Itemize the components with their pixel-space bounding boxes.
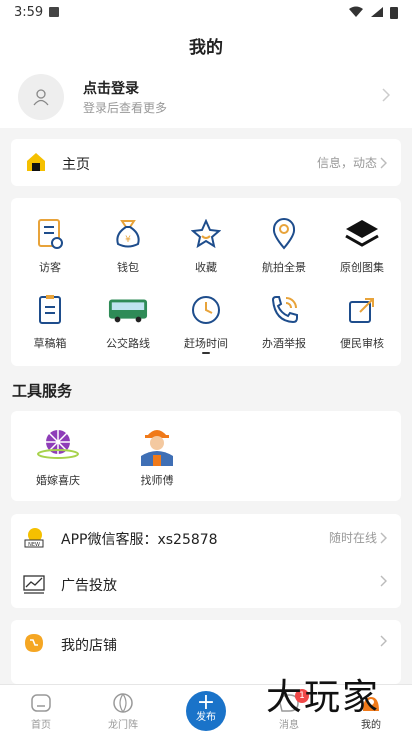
phone-report-icon	[264, 290, 304, 330]
ad-placement-label: 广告投放	[61, 578, 117, 594]
homepage-label: 主页	[62, 157, 90, 173]
avatar[interactable]	[18, 74, 64, 120]
star-icon	[186, 214, 226, 254]
customer-service-status: 随时在线	[329, 529, 387, 546]
forum-tab-icon	[111, 691, 135, 715]
grid-item-aerial[interactable]: 航拍全景	[245, 214, 323, 275]
tool-item-worker[interactable]: 找师傅	[118, 421, 196, 488]
my-shop-row[interactable]: 我的店铺	[11, 620, 401, 666]
worker-icon	[134, 421, 180, 467]
location-pin-icon	[264, 214, 304, 254]
notification-icon	[49, 7, 60, 17]
bus-icon	[108, 290, 148, 330]
chevron-right-icon	[380, 532, 387, 543]
svg-text:¥: ¥	[125, 235, 131, 245]
grid-item-wallet[interactable]: ¥ 钱包	[89, 214, 167, 275]
grid-item-drafts[interactable]: 草稿箱	[11, 290, 89, 351]
watermark-logo: 大玩家	[266, 677, 381, 718]
battery-icon	[390, 6, 398, 19]
login-title: 点击登录	[83, 81, 139, 97]
plus-icon: +	[196, 690, 216, 715]
home-tab-icon	[29, 691, 53, 715]
shop-icon	[25, 634, 43, 652]
status-icons	[348, 6, 398, 19]
login-row[interactable]: 点击登录 登录后查看更多	[0, 66, 412, 128]
grid-item-bus[interactable]: 公交路线	[89, 290, 167, 351]
wedding-icon	[35, 421, 81, 467]
feature-grid: 访客 ¥ 钱包 收藏 航拍全景 原创图集 草稿箱 公交路线 赶场时间 办酒举报 …	[11, 198, 401, 366]
login-subtitle: 登录后查看更多	[83, 101, 168, 115]
tab-home[interactable]: 首页	[0, 685, 82, 732]
clock-icon	[186, 290, 226, 330]
publish-button[interactable]: + 发布	[186, 691, 226, 731]
homepage-hint-text: 信息，动态	[316, 156, 377, 170]
chevron-right-icon	[380, 575, 387, 587]
page-title-bar: 我的	[0, 24, 412, 66]
chevron-right-icon	[380, 157, 387, 168]
tool-item-wedding[interactable]: 婚嫁喜庆	[19, 421, 97, 488]
ad-chart-icon	[23, 575, 45, 594]
chevron-right-icon	[382, 88, 390, 102]
tools-card: 婚嫁喜庆 找师傅	[11, 411, 401, 501]
tab-forum[interactable]: 龙门阵	[82, 685, 164, 732]
svg-text:NEW: NEW	[28, 542, 40, 548]
share-review-icon	[342, 290, 382, 330]
my-shop-label: 我的店铺	[61, 638, 117, 654]
homepage-row[interactable]: 主页 信息，动态	[11, 139, 401, 186]
grid-item-review[interactable]: 便民审核	[323, 290, 401, 351]
customer-service-row[interactable]: NEW APP微信客服：xs25878 随时在线	[11, 514, 401, 560]
status-time: 3:59	[14, 4, 44, 20]
signal-icon	[371, 7, 383, 17]
user-icon	[33, 89, 49, 106]
page-title: 我的	[189, 37, 223, 58]
status-bar: 3:59	[0, 0, 412, 24]
wifi-icon	[349, 6, 363, 17]
ad-placement-row[interactable]: 广告投放	[11, 560, 401, 606]
ad-placement-chevron	[380, 575, 387, 587]
layers-icon	[342, 214, 382, 254]
service-list: NEW APP微信客服：xs25878 随时在线 广告投放	[11, 514, 401, 608]
homepage-hint: 信息，动态	[317, 154, 387, 171]
grid-item-gallery[interactable]: 原创图集	[323, 214, 401, 275]
visitor-icon	[30, 214, 70, 254]
tools-section-title: 工具服务	[12, 382, 73, 400]
grid-item-market-time[interactable]: 赶场时间	[167, 290, 245, 351]
chevron-right-icon	[380, 635, 387, 647]
customer-service-icon: NEW	[24, 528, 44, 548]
draft-icon	[30, 290, 70, 330]
grid-item-favorites[interactable]: 收藏	[167, 214, 245, 275]
customer-service-label: APP微信客服：xs25878	[61, 532, 218, 548]
grid-item-visitor[interactable]: 访客	[11, 214, 89, 275]
grid-item-banquet-report[interactable]: 办酒举报	[245, 290, 323, 351]
wallet-icon: ¥	[108, 214, 148, 254]
house-icon	[27, 153, 45, 171]
my-shop-chevron	[380, 635, 387, 647]
page-indicator	[202, 352, 210, 354]
